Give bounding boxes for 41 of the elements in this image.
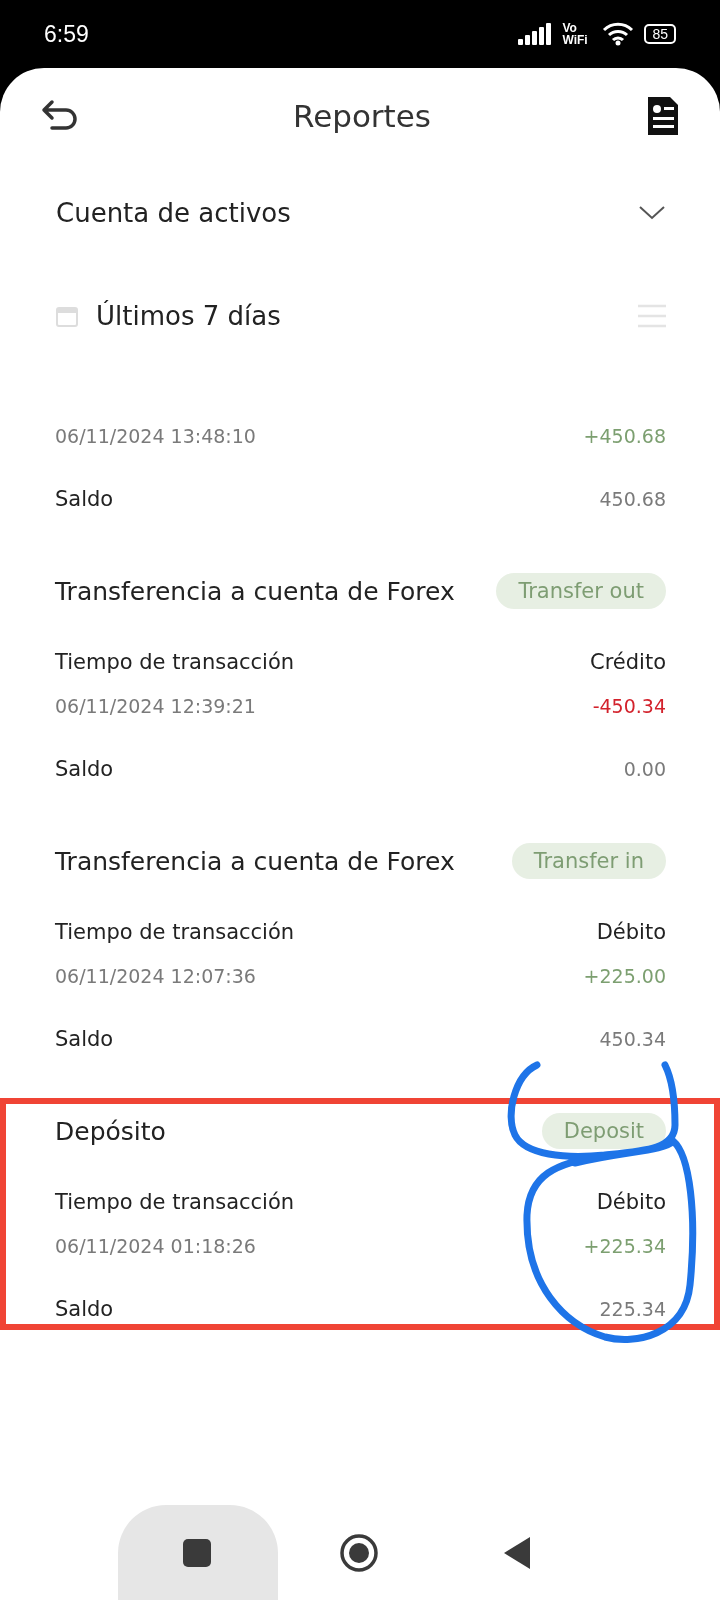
amount-label: Crédito: [590, 650, 666, 674]
wifi-icon: [602, 22, 635, 46]
type-badge: Transfer in: [511, 843, 666, 879]
transaction-amount: +450.68: [583, 425, 666, 447]
transaction-title: Transferencia a cuenta de Forex: [55, 576, 455, 606]
account-select[interactable]: Cuenta de activos: [56, 198, 620, 228]
calendar-icon: [56, 305, 78, 327]
transaction-title: Transferencia a cuenta de Forex: [55, 846, 455, 876]
transaction-time: 06/11/2024 01:18:26: [55, 1235, 256, 1257]
recents-icon[interactable]: [182, 1538, 212, 1568]
network-label: Vo WiFi: [562, 22, 589, 46]
transaction-time: 06/11/2024 12:39:21: [55, 695, 256, 717]
home-icon[interactable]: [339, 1533, 379, 1573]
transaction-title: Depósito: [55, 1116, 166, 1146]
transaction-amount: +225.00: [583, 965, 666, 987]
balance-label: Saldo: [55, 487, 114, 511]
time-label: Tiempo de transacción: [55, 1190, 295, 1214]
time-label: Tiempo de transacción: [55, 920, 295, 944]
balance-value: 450.34: [599, 1028, 666, 1050]
transaction-amount: +225.34: [583, 1235, 666, 1257]
back-icon[interactable]: [503, 1536, 531, 1570]
transaction-amount: -450.34: [592, 695, 666, 717]
amount-label: Débito: [596, 1190, 666, 1214]
balance-label: Saldo: [55, 1297, 114, 1321]
date-filter[interactable]: Últimos 7 días: [96, 301, 620, 331]
balance-value: 450.68: [599, 488, 666, 510]
transaction-time: 06/11/2024 13:48:10: [55, 425, 256, 447]
balance-value: 225.34: [599, 1298, 666, 1320]
battery-indicator: 85: [644, 24, 676, 44]
transaction-time: 06/11/2024 12:07:36: [55, 965, 256, 987]
status-time: 6:59: [44, 20, 90, 48]
balance-value: 0.00: [623, 758, 666, 780]
signal-icon: [518, 23, 553, 45]
balance-label: Saldo: [55, 1027, 114, 1051]
page-title: Reportes: [293, 98, 431, 134]
amount-label: Débito: [596, 920, 666, 944]
balance-label: Saldo: [55, 757, 114, 781]
time-label: Tiempo de transacción: [55, 650, 295, 674]
type-badge: Transfer out: [496, 573, 666, 609]
type-badge: Deposit: [541, 1113, 666, 1149]
chevron-down-icon[interactable]: [638, 205, 666, 221]
